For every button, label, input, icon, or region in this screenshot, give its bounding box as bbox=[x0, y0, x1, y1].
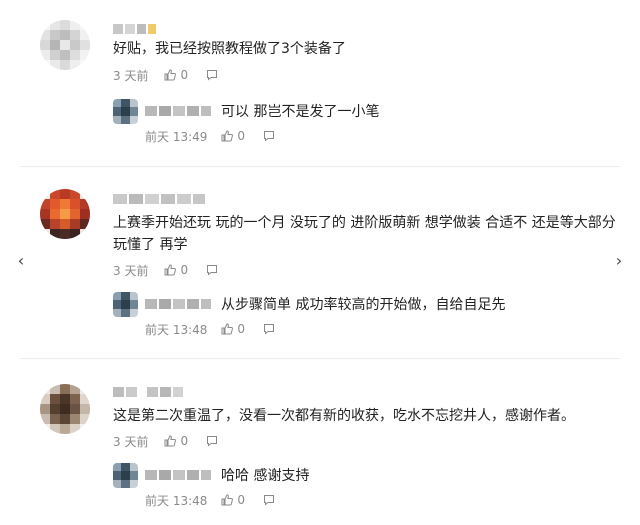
comment-meta: 3 天前 0 bbox=[113, 433, 218, 449]
comment-bubble-icon bbox=[207, 436, 218, 447]
thumbs-up-icon bbox=[221, 494, 234, 506]
reply-button[interactable] bbox=[206, 435, 218, 447]
reply-username[interactable] bbox=[145, 470, 211, 480]
username[interactable] bbox=[113, 387, 183, 397]
timestamp: 前天 13:48 bbox=[145, 493, 208, 508]
timestamp: 3 天前 bbox=[113, 434, 149, 449]
thumbs-up-icon bbox=[164, 435, 177, 447]
like-button[interactable]: 0 bbox=[164, 434, 188, 448]
avatar[interactable] bbox=[113, 463, 138, 488]
like-button[interactable]: 0 bbox=[221, 493, 245, 507]
reply-button[interactable] bbox=[263, 494, 275, 506]
like-count: 0 bbox=[180, 434, 189, 448]
reply-text: 哈哈 感谢支持 bbox=[221, 468, 310, 484]
like-count: 0 bbox=[237, 493, 246, 507]
comment-text: 这是第二次重温了，没看一次都有新的收获，吃水不忘挖井人，感谢作者。 bbox=[113, 408, 575, 424]
reply-meta: 前天 13:48 0 bbox=[145, 492, 275, 508]
comment-item: 这是第二次重温了，没看一次都有新的收获，吃水不忘挖井人，感谢作者。 3 天前 0… bbox=[0, 0, 640, 525]
avatar[interactable] bbox=[40, 384, 90, 434]
comment-bubble-icon bbox=[264, 495, 275, 506]
